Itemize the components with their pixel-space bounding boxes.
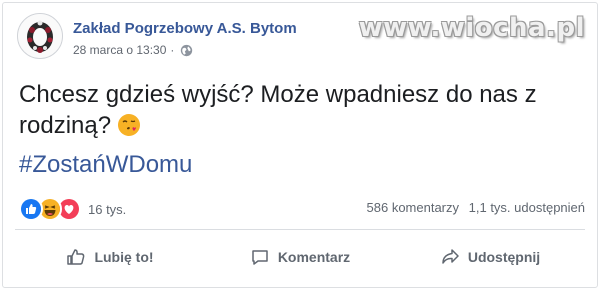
reactions-summary[interactable]: 16 tys.: [19, 197, 126, 221]
thumbs-up-icon: [67, 249, 85, 265]
like-button-label: Lubię to!: [94, 249, 154, 265]
like-reaction-icon: [19, 197, 43, 221]
like-button[interactable]: Lubię to!: [15, 237, 205, 277]
comments-count-link[interactable]: 586 komentarzy: [367, 200, 460, 215]
post-stats: 16 tys. 586 komentarzy 1,1 tys. udostępn…: [19, 197, 585, 221]
comment-button-label: Komentarz: [277, 249, 351, 265]
divider: [15, 229, 585, 230]
comment-icon: [252, 250, 268, 265]
page-name-link[interactable]: Zakład Pogrzebowy A.S. Bytom: [73, 20, 297, 37]
globe-icon: [181, 44, 193, 56]
post-date[interactable]: 28 marca o 13:30: [73, 43, 166, 57]
hashtag-link[interactable]: #ZostańWDomu: [19, 151, 192, 179]
share-arrow-icon: [442, 249, 459, 264]
shares-count-link[interactable]: 1,1 tys. udostępnień: [469, 200, 585, 215]
post-card: Zakład Pogrzebowy A.S. Bytom 28 marca o …: [2, 2, 598, 288]
face-blowing-kiss-emoji-icon: [118, 114, 141, 136]
share-button-label: Udostępnij: [467, 249, 541, 265]
wreath-icon: [18, 14, 62, 58]
post-text: Chcesz gdzieś wyjść? Może wpadniesz do n…: [19, 79, 539, 141]
post-meta: 28 marca o 13:30 ·: [73, 43, 193, 57]
engagement-stats: 586 komentarzy 1,1 tys. udostępnień: [367, 200, 585, 215]
meta-separator: ·: [170, 43, 175, 57]
page-avatar[interactable]: [17, 13, 63, 59]
reaction-count: 16 tys.: [88, 201, 127, 217]
post-message: Chcesz gdzieś wyjść? Może wpadniesz do n…: [19, 81, 537, 139]
share-button[interactable]: Udostępnij: [395, 237, 585, 277]
post-actions: Lubię to! Komentarz Udostępnij: [15, 237, 585, 277]
comment-button[interactable]: Komentarz: [205, 237, 395, 277]
watermark: www.wiocha.pl: [358, 13, 585, 43]
